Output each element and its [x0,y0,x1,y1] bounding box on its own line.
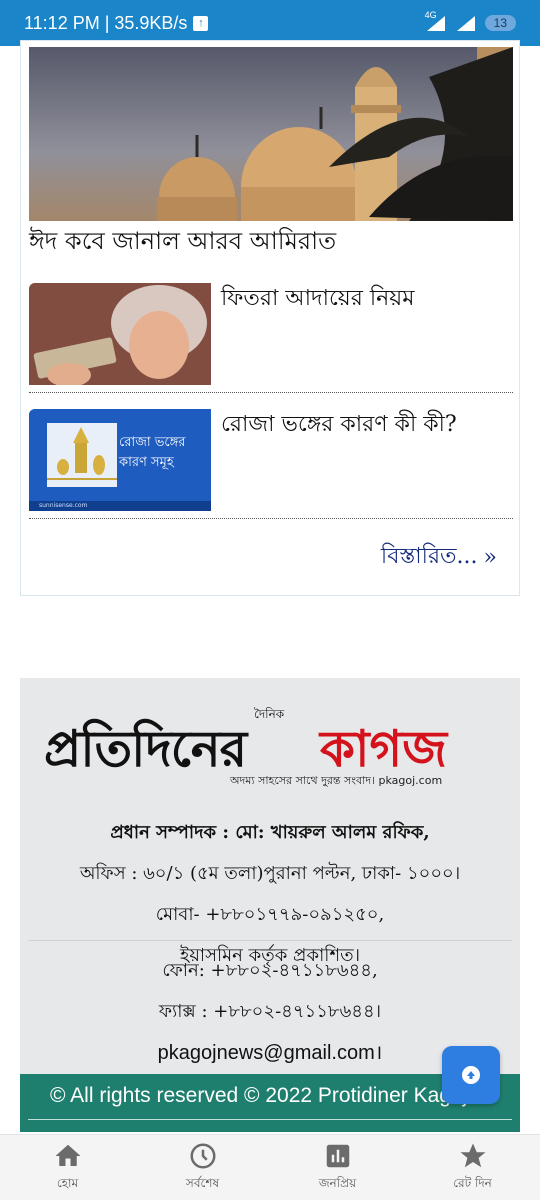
news-item[interactable]: ফিতরা আদায়ের নিয়ম [29,283,513,393]
nav-rate[interactable]: রেট দিন [405,1135,540,1200]
phone-line: ফোন: +৮৮০২-৪৭১১৮৬৪৪, [162,960,378,981]
home-icon [55,1144,80,1166]
site-logo[interactable]: দৈনিক প্রতিদিনের কাগজ অদম্য সাহসের সাথে … [44,706,504,790]
logo-main-text: প্রতিদিনের [44,720,247,778]
star-icon [460,1143,485,1168]
chart-icon [326,1144,349,1168]
divider [29,392,513,393]
status-time-speed: 11:12 PM | 35.9KB/s [24,12,188,33]
network-label: 4G [424,10,437,20]
copyright-divider [28,1119,512,1120]
divider [29,518,513,519]
hero-title[interactable]: ঈদ কবে জানাল আরব আমিরাত [29,223,336,263]
nav-home-label: হোম [56,1176,79,1190]
copyright-text: © All rights reserved © 2022 Protidiner … [50,1084,468,1107]
hero-image[interactable] [29,47,513,221]
scroll-top-button[interactable] [442,1046,500,1104]
news-card: ঈদ কবে জানাল আরব আমিরাত ফিতরা আদায়ের নি… [20,40,520,596]
thumb-source: sunnisense.com [39,502,88,509]
nav-popular[interactable]: জনপ্রিয় [270,1135,405,1200]
more-link[interactable]: বিস্তারিত... » [381,539,497,576]
logo-prefix: দৈনিক [254,707,285,721]
editor-line: প্রধান সম্পাদক : মো: খায়রুল আলম রফিক, [110,822,430,843]
footer-divider [28,940,512,941]
office-line: অফিস : ৬০/১ (৫ম তলা)পুরানা পল্টন, ঢাকা- … [79,863,461,884]
news-thumbnail: রোজা ভঙ্গের কারণ সমূহ sunnisense.com [29,409,211,511]
news-title[interactable]: ফিতরা আদায়ের নিয়ম [221,281,414,318]
nav-popular-label: জনপ্রিয় [318,1176,357,1190]
double-chevron-icon: » [483,545,497,570]
news-title[interactable]: রোজা ভঙ্গের কারণ কী কী? [221,407,457,444]
mobile-line: মোবা- +৮৮০১৭৭৯-০৯১২৫০, [155,904,385,925]
signal-icon [455,14,477,32]
news-item[interactable]: রোজা ভঙ্গের কারণ সমূহ sunnisense.com রোজ… [29,409,513,519]
nav-latest[interactable]: সর্বশেষ [135,1135,270,1200]
more-label: বিস্তারিত... [380,544,478,569]
clock-icon [190,1143,215,1169]
news-thumbnail [29,283,211,385]
upload-icon: ↑ [193,15,209,31]
arrow-up-icon [462,1066,480,1084]
nav-home[interactable]: হোম [0,1135,135,1200]
battery-badge: 13 [484,15,516,31]
bottom-nav: হোম সর্বশেষ জনপ্রিয় রেট দিন [0,1134,540,1200]
logo-tagline: অদম্য সাহসের সাথে দুরন্ত সংবাদ। pkagoj.c… [230,774,443,787]
fax-line: ফ্যাক্স : +৮৮০২-৪৭১১৮৬৪৪। [158,1001,382,1022]
nav-rate-label: রেট দিন [453,1176,492,1190]
nav-latest-label: সর্বশেষ [185,1176,220,1190]
thumb-caption: রোজা ভঙ্গের কারণ সমূহ [119,435,186,470]
signal-4g-icon: 4G [425,10,447,32]
